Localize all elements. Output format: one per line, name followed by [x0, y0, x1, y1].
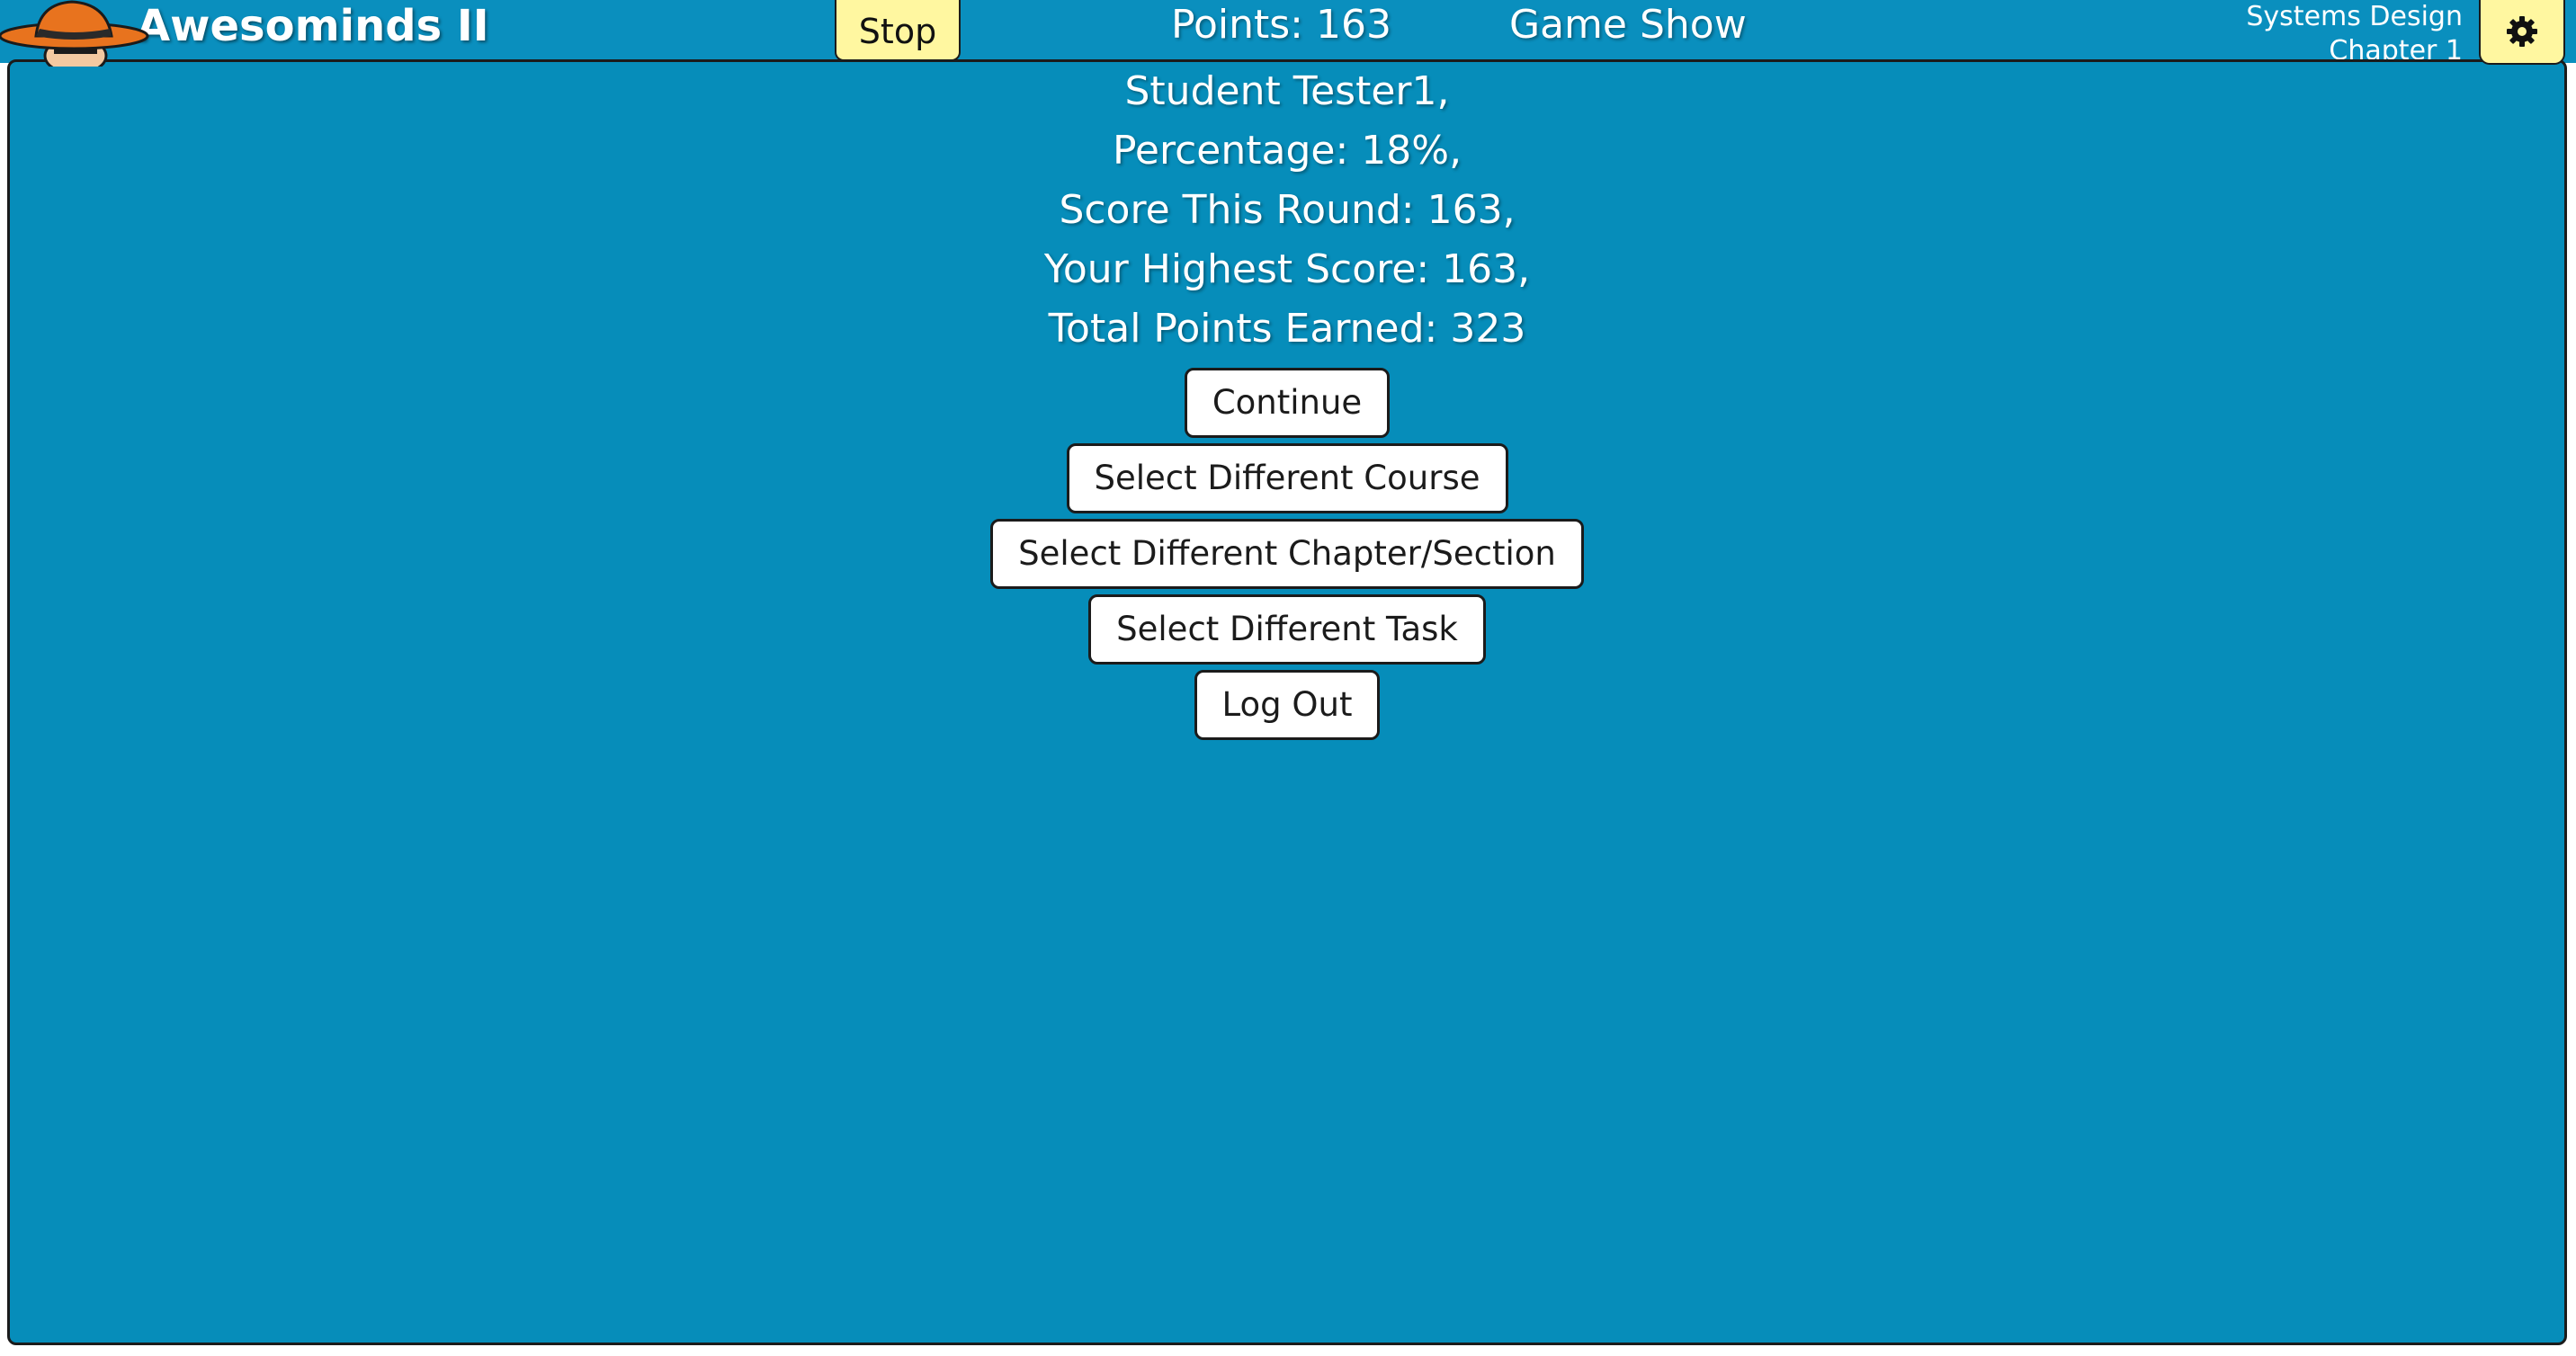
round-score-stat: Score This Round: 163, — [1059, 187, 1516, 233]
percentage-stat: Percentage: 18%, — [1112, 128, 1462, 174]
stop-button[interactable]: Stop — [835, 0, 961, 61]
results-panel: Student Tester1, Percentage: 18%, Score … — [7, 59, 2567, 1345]
game-page: Awesominds II Stop Points: 163 Game Show… — [0, 0, 2576, 1356]
mascot-detective-icon — [0, 0, 153, 67]
action-menu: Continue Select Different Course Select … — [10, 368, 2564, 745]
gear-icon — [2507, 16, 2537, 47]
highest-score-stat: Your Highest Score: 163, — [1043, 246, 1531, 292]
select-chapter-button[interactable]: Select Different Chapter/Section — [990, 519, 1584, 589]
logout-button[interactable]: Log Out — [1194, 670, 1381, 740]
student-name: Student Tester1, — [1124, 68, 1450, 114]
select-task-button[interactable]: Select Different Task — [1088, 594, 1486, 665]
course-name: Systems Design — [2246, 1, 2463, 32]
points-readout: Points: 163 — [1171, 2, 1391, 48]
settings-button[interactable] — [2479, 0, 2565, 65]
results-summary: Student Tester1, Percentage: 18%, Score … — [10, 62, 2564, 359]
continue-button[interactable]: Continue — [1184, 368, 1391, 438]
course-info: Systems Design Chapter 1 — [2246, 0, 2463, 68]
app-title: Awesominds II — [137, 1, 489, 51]
game-mode-label: Game Show — [1509, 2, 1747, 48]
total-points-stat: Total Points Earned: 323 — [1048, 306, 1526, 352]
select-course-button[interactable]: Select Different Course — [1066, 443, 1508, 513]
top-bar: Awesominds II Stop Points: 163 Game Show… — [0, 0, 2576, 67]
